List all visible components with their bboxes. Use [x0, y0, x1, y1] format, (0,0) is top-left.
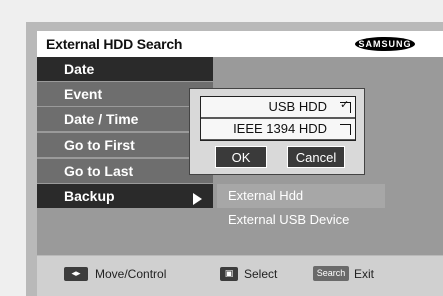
submenu-item-external-hdd[interactable]: External Hdd [217, 184, 385, 208]
submenu-arrow-icon [193, 193, 202, 205]
menu-item-go-to-first[interactable]: Go to First [37, 133, 213, 157]
menu-item-event[interactable]: Event [37, 82, 213, 106]
footer-select-label: Select [244, 267, 278, 281]
dvr-screen: External HDD Search SAMSUNG Date Event D… [0, 0, 443, 296]
menu-item-date-time[interactable]: Date / Time [37, 107, 213, 131]
window-title: External HDD Search [46, 36, 183, 52]
menu-item-backup[interactable]: Backup [37, 184, 213, 208]
option-ieee-1394-hdd[interactable]: IEEE 1394 HDD [201, 119, 355, 139]
option-label: IEEE 1394 HDD [233, 121, 327, 136]
move-arrows-icon: ◂▸ [64, 267, 88, 281]
search-key-icon: Search [313, 266, 349, 281]
menu-item-date[interactable]: Date [37, 57, 213, 81]
ok-button[interactable]: OK [215, 146, 267, 168]
submenu-item-external-usb-device[interactable]: External USB Device [217, 208, 385, 232]
footer-move-label: Move/Control [95, 267, 167, 281]
brand-logo: SAMSUNG [355, 37, 415, 51]
cancel-button[interactable]: Cancel [287, 146, 345, 168]
checkbox-unchecked-icon[interactable] [340, 124, 351, 135]
checkbox-checked-icon[interactable] [340, 98, 351, 113]
menu-item-go-to-last[interactable]: Go to Last [37, 159, 213, 183]
option-usb-hdd[interactable]: USB HDD [201, 97, 355, 117]
select-key-icon: ▣ [220, 267, 238, 281]
option-label: USB HDD [268, 99, 327, 114]
footer-exit-label: Exit [354, 267, 375, 281]
